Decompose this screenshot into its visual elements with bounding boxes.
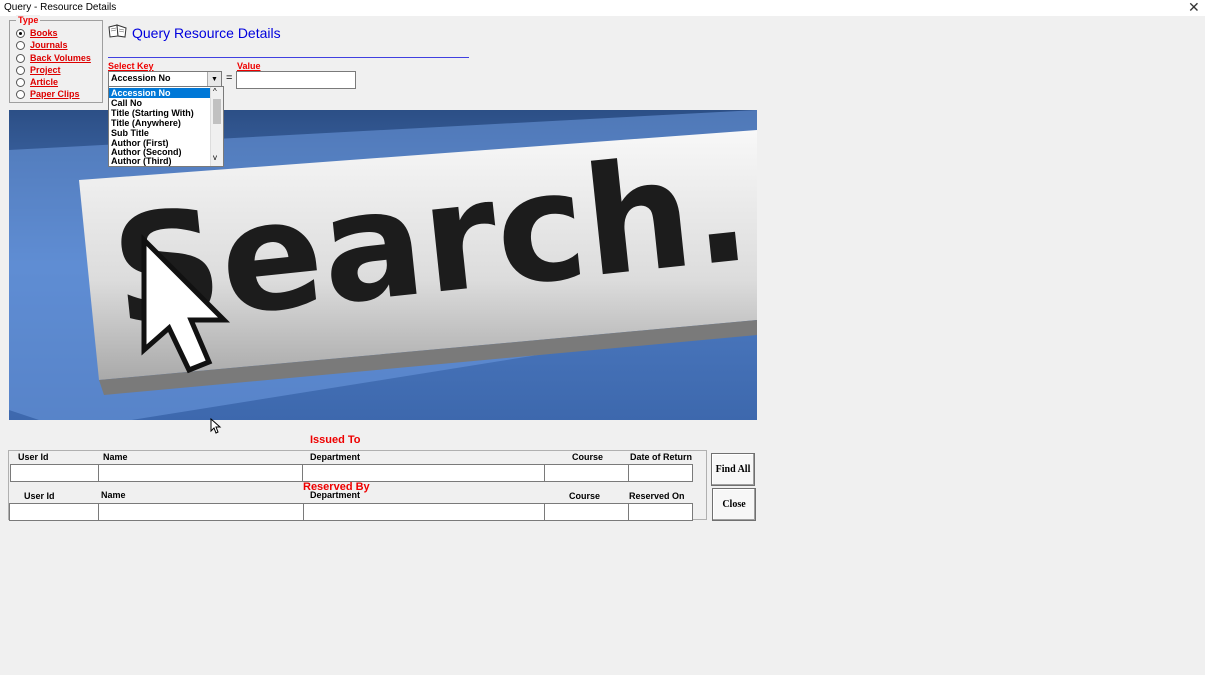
issued-course-field[interactable] (544, 464, 630, 482)
equals-sign: = (226, 72, 233, 84)
radio-label-paper-clips: Paper Clips (30, 89, 80, 99)
issued-user-id-field[interactable] (10, 464, 100, 482)
close-button[interactable]: Close (712, 488, 756, 521)
list-item[interactable]: Title (Starting With) (109, 108, 194, 118)
page-title: Query Resource Details (132, 25, 281, 41)
radio-label-project: Project (30, 65, 61, 75)
value-label: Value (237, 61, 261, 71)
list-item[interactable]: Author (Third) (109, 156, 171, 166)
chevron-down-icon[interactable]: ▼ (207, 72, 221, 86)
radio-paper-clips[interactable]: Paper Clips (16, 88, 80, 100)
list-item[interactable]: Sub Title (109, 128, 149, 138)
radio-button-icon[interactable] (16, 40, 25, 50)
reserved-col-name: Name (101, 490, 126, 500)
reserved-col-course: Course (569, 491, 601, 501)
reserved-col-user-id: User Id (24, 491, 55, 501)
radio-label-journals: Journals (30, 40, 68, 50)
close-icon[interactable]: ✕ (1188, 0, 1200, 16)
reserved-on-field[interactable] (628, 503, 693, 521)
list-item[interactable]: Title (Anywhere) (109, 118, 181, 128)
radio-label-back-volumes: Back Volumes (30, 53, 91, 63)
list-item[interactable]: Accession No (109, 88, 210, 98)
title-bar: Query - Resource Details ✕ (0, 0, 1205, 16)
list-item[interactable]: Call No (109, 98, 142, 108)
radio-label-article: Article (30, 77, 59, 87)
open-book-icon (108, 24, 127, 38)
reserved-col-reserved-on: Reserved On (629, 491, 685, 501)
chevron-up-icon[interactable]: ^ (213, 87, 217, 96)
issued-to-title: Issued To (310, 434, 361, 446)
issued-col-date-of-return: Date of Return (630, 452, 693, 462)
chevron-down-icon[interactable]: v (213, 153, 217, 162)
radio-button-icon[interactable] (16, 28, 25, 38)
window-title: Query - Resource Details (4, 2, 117, 13)
reserved-course-field[interactable] (544, 503, 630, 521)
radio-back-volumes[interactable]: Back Volumes (16, 52, 91, 64)
radio-button-icon[interactable] (16, 89, 25, 99)
select-key-dropdown[interactable]: Accession No ▼ (108, 71, 222, 87)
radio-button-icon[interactable] (16, 77, 25, 87)
radio-button-icon[interactable] (16, 53, 25, 63)
listbox-scrollbar[interactable]: ^ v (210, 87, 223, 166)
select-key-label: Select Key (108, 61, 154, 71)
radio-journals[interactable]: Journals (16, 39, 68, 51)
reserved-department-field[interactable] (303, 503, 545, 521)
title-divider (108, 57, 469, 58)
issued-department-field[interactable] (302, 464, 545, 482)
issued-col-department: Department (310, 452, 361, 462)
issued-col-user-id: User Id (18, 452, 49, 462)
select-key-current: Accession No (111, 73, 171, 83)
reserved-name-field[interactable] (98, 503, 305, 521)
select-key-listbox[interactable]: Accession No Call No Title (Starting Wit… (108, 86, 224, 167)
close-label: Close (722, 499, 746, 510)
issued-name-field[interactable] (98, 464, 305, 482)
mouse-pointer-icon (210, 418, 222, 434)
type-group-legend: Type (16, 15, 41, 25)
find-all-button[interactable]: Find All (711, 453, 755, 486)
radio-label-books: Books (30, 28, 58, 38)
issued-col-course: Course (572, 452, 604, 462)
issued-col-name: Name (103, 452, 128, 462)
scrollbar-thumb[interactable] (213, 99, 221, 124)
reserved-user-id-field[interactable] (9, 503, 101, 521)
value-input[interactable] (236, 71, 356, 89)
radio-button-icon[interactable] (16, 65, 25, 75)
issued-date-of-return-field[interactable] (628, 464, 693, 482)
find-all-label: Find All (715, 464, 751, 475)
radio-books[interactable]: Books (16, 27, 58, 39)
radio-project[interactable]: Project (16, 64, 61, 76)
reserved-col-department: Department (310, 490, 361, 500)
radio-article[interactable]: Article (16, 76, 58, 88)
